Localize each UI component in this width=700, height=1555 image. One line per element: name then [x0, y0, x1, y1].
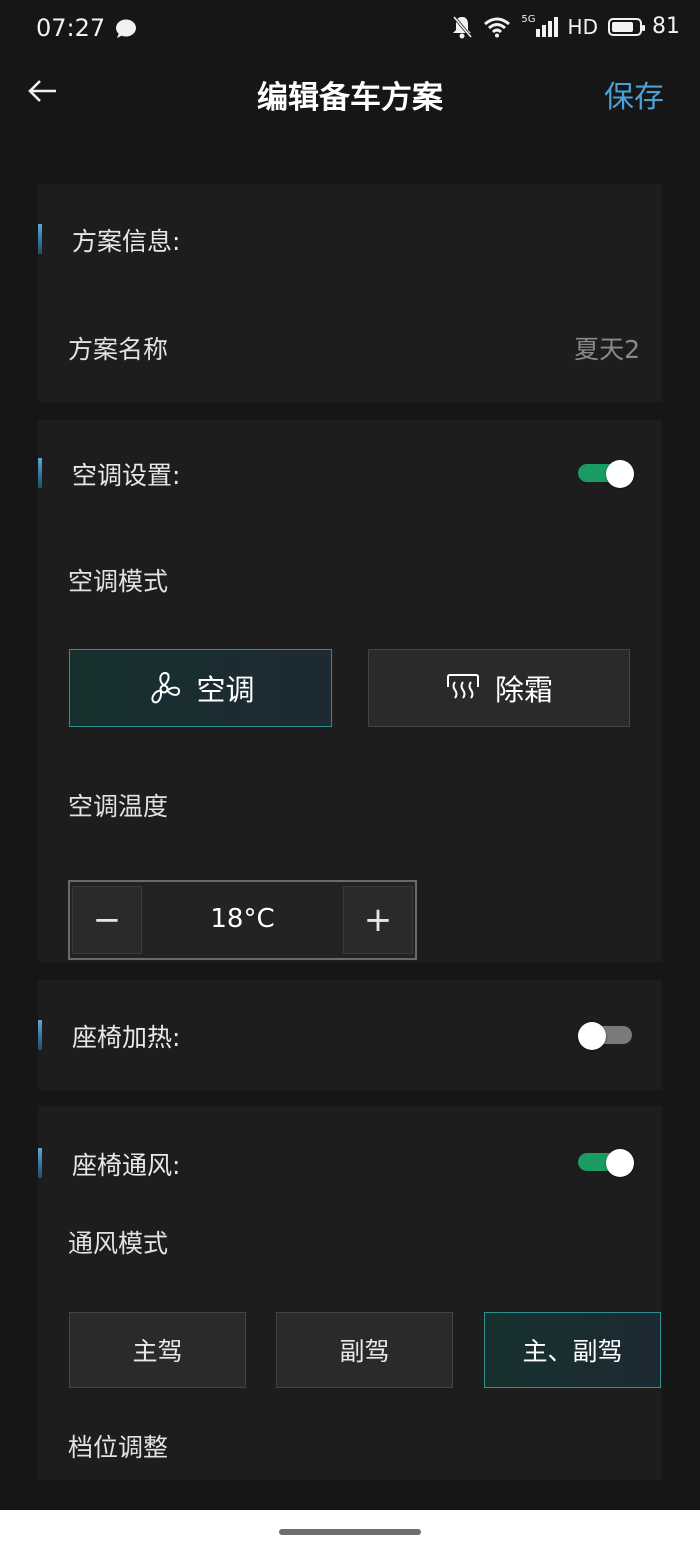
- defrost-icon: [446, 674, 479, 699]
- plan-name-value[interactable]: 夏天2: [574, 330, 640, 366]
- ac-mode-defrost-label: 除霜: [494, 673, 553, 707]
- ac-mode-defrost-button[interactable]: 除霜: [368, 649, 630, 727]
- ac-mode-cool-label: 空调: [196, 673, 255, 707]
- seat-ventilation-toggle[interactable]: [578, 1149, 634, 1177]
- seat-ventilation-header: 座椅通风:: [38, 1144, 662, 1184]
- save-button[interactable]: 保存: [604, 72, 664, 116]
- vent-mode-driver-button[interactable]: 主驾: [69, 1312, 246, 1388]
- ac-settings-card: 空调设置: 空调模式 空调 除霜 空调温度 − 18°C +: [38, 420, 662, 962]
- section-title: 方案信息:: [72, 227, 181, 256]
- ac-mode-cool-button[interactable]: 空调: [69, 649, 332, 727]
- battery-icon: [608, 17, 645, 36]
- message-bubble-icon: [116, 19, 136, 38]
- ac-toggle[interactable]: [578, 460, 634, 488]
- mute-bell-icon: [453, 15, 473, 38]
- vent-mode-label: 通风模式: [68, 1229, 169, 1258]
- plan-info-header: 方案信息:: [38, 220, 662, 260]
- temp-increase-button[interactable]: +: [343, 886, 413, 954]
- vent-mode-group: 主驾 副驾 主、副驾: [69, 1312, 662, 1388]
- section-accent-bar: [38, 224, 42, 254]
- status-time: 07:27: [36, 14, 106, 42]
- section-accent-bar: [38, 1020, 42, 1050]
- battery-level: 81: [652, 14, 680, 39]
- plan-info-card: 方案信息: 方案名称 夏天2: [38, 184, 662, 402]
- section-accent-bar: [38, 458, 42, 488]
- vent-mode-both-button[interactable]: 主、副驾: [484, 1312, 661, 1388]
- seat-ventilation-card: 座椅通风: 通风模式 主驾 副驾 主、副驾 档位调整: [38, 1106, 662, 1480]
- ac-temp-label: 空调温度: [68, 792, 169, 821]
- seat-heating-toggle[interactable]: [578, 1022, 634, 1050]
- ac-mode-label: 空调模式: [68, 567, 169, 596]
- section-accent-bar: [38, 1148, 42, 1178]
- seat-heating-card: 座椅加热:: [38, 980, 662, 1090]
- temperature-stepper: − 18°C +: [68, 880, 417, 960]
- fan-icon: [151, 671, 181, 704]
- section-title: 座椅加热:: [72, 1023, 181, 1052]
- status-bar: 07:27 5G HD 81: [0, 0, 700, 60]
- home-indicator[interactable]: [279, 1529, 421, 1535]
- page-title: 编辑备车方案: [257, 80, 443, 116]
- gesture-bar-area: [0, 1510, 700, 1555]
- seat-heating-header: 座椅加热:: [38, 1016, 662, 1056]
- signal-5g-icon: 5G: [521, 14, 558, 37]
- top-nav-bar: 编辑备车方案 保存: [0, 60, 700, 124]
- plan-name-label: 方案名称: [68, 335, 169, 364]
- section-title: 空调设置:: [72, 461, 181, 490]
- ac-settings-header: 空调设置:: [38, 454, 662, 494]
- wifi-icon: [484, 17, 511, 37]
- gear-adjust-label: 档位调整: [68, 1433, 169, 1462]
- section-title: 座椅通风:: [72, 1151, 181, 1180]
- plus-icon: +: [363, 900, 393, 940]
- vent-mode-passenger-button[interactable]: 副驾: [276, 1312, 453, 1388]
- hd-indicator: HD: [567, 14, 598, 39]
